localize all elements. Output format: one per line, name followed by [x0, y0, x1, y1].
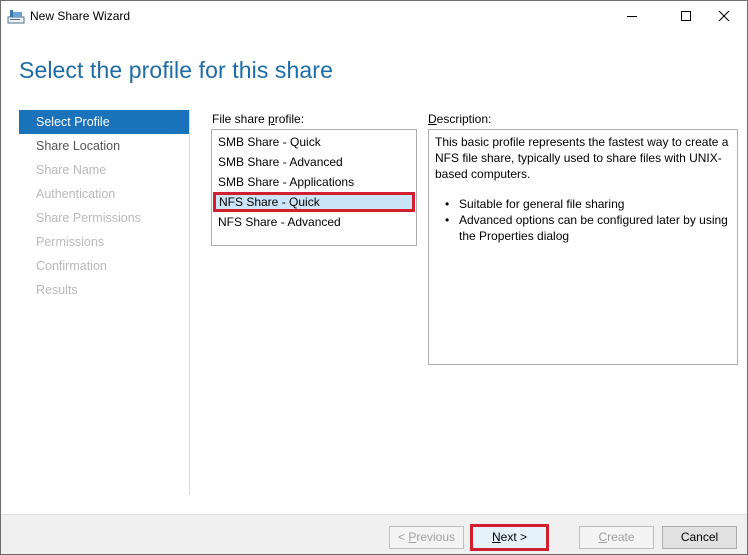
next-button[interactable]: Next >	[470, 524, 549, 551]
description-bullet: Suitable for general file sharing	[445, 196, 731, 212]
profile-list[interactable]: SMB Share - Quick SMB Share - Advanced S…	[211, 129, 417, 246]
wizard-steps-nav: Select Profile Share Location Share Name…	[19, 110, 190, 495]
description-box: This basic profile represents the fastes…	[428, 129, 738, 365]
profile-item-nfs-advanced[interactable]: NFS Share - Advanced	[212, 212, 416, 232]
description-text: This basic profile represents the fastes…	[435, 135, 729, 181]
profile-item-smb-applications[interactable]: SMB Share - Applications	[212, 172, 416, 192]
wizard-window: New Share Wizard Select the profile for …	[0, 0, 748, 555]
nav-item-share-permissions: Share Permissions	[36, 211, 141, 225]
nav-item-authentication: Authentication	[36, 187, 116, 201]
previous-button[interactable]: < Previous	[389, 526, 464, 549]
page-title: Select the profile for this share	[19, 57, 333, 83]
window-title: New Share Wizard	[30, 9, 131, 23]
nav-item-share-name: Share Name	[36, 163, 107, 177]
nav-item-select-profile[interactable]: Select Profile	[19, 110, 189, 134]
maximize-icon	[681, 11, 691, 21]
profile-list-label: File share profile:	[212, 112, 305, 126]
cancel-button[interactable]: Cancel	[662, 526, 737, 549]
close-icon	[718, 10, 730, 22]
description-label: Description:	[428, 112, 492, 126]
wizard-footer: < Previous Next > Create Cancel	[1, 514, 747, 554]
nav-item-results: Results	[36, 283, 78, 297]
profile-item-nfs-quick[interactable]: NFS Share - Quick	[213, 192, 415, 212]
profile-item-smb-advanced[interactable]: SMB Share - Advanced	[212, 152, 416, 172]
server-share-icon	[7, 8, 25, 24]
close-button[interactable]	[701, 1, 747, 31]
profile-item-smb-quick[interactable]: SMB Share - Quick	[212, 132, 416, 152]
minimize-icon	[627, 16, 637, 17]
nav-item-share-location[interactable]: Share Location	[19, 134, 189, 158]
nav-item-confirmation: Confirmation	[36, 259, 107, 273]
description-bullets: Suitable for general file sharing Advanc…	[435, 196, 731, 244]
nav-item-permissions: Permissions	[36, 235, 105, 249]
create-button[interactable]: Create	[579, 526, 654, 549]
title-bar: New Share Wizard	[1, 1, 747, 31]
description-bullet: Advanced options can be configured later…	[445, 212, 731, 244]
minimize-button[interactable]	[609, 1, 655, 31]
